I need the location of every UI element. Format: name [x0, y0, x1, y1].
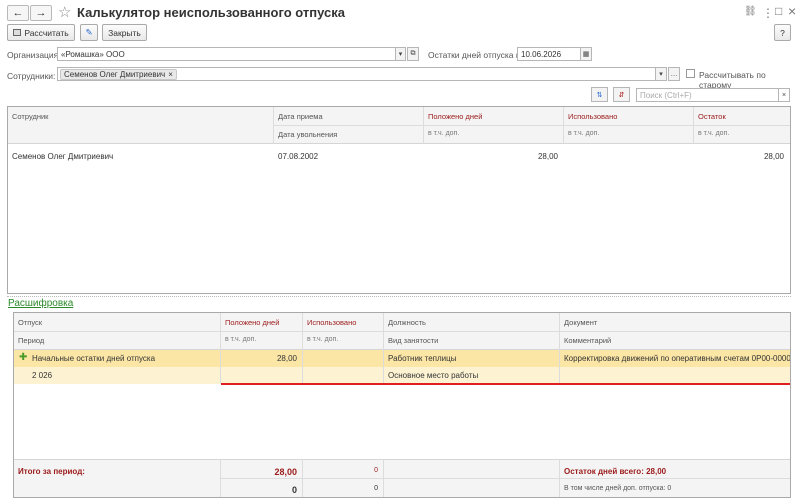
date-label: Остатки дней отпуска на:	[428, 50, 528, 60]
back-button[interactable]: ←	[7, 5, 29, 21]
entitled-days: 28,00	[537, 152, 558, 161]
breakdown-table: Отпуск Период Положено дней в т.ч. доп. …	[13, 312, 791, 498]
close-icon: ×	[781, 91, 787, 99]
calendar-icon: ▦	[582, 51, 590, 58]
close-button[interactable]: Закрыть	[102, 24, 147, 41]
chevron-down-icon: ▾	[659, 71, 663, 78]
edit-employees-button[interactable]: ✎	[80, 24, 98, 41]
person-edit-icon: ✎	[85, 27, 93, 37]
header-entitled[interactable]: Положено дней	[424, 108, 563, 125]
org-open-button[interactable]: ⧉	[407, 47, 419, 61]
total-entitled: 28,00	[274, 467, 297, 477]
header-remainder-extra[interactable]: в т.ч. доп.	[694, 126, 790, 141]
maximize-icon[interactable]: □	[775, 4, 782, 18]
employees-dropdown-button[interactable]: ▾	[655, 67, 667, 81]
position-name: Работник теплицы	[388, 354, 457, 363]
employees-label: Сотрудники:	[7, 71, 56, 81]
open-icon: ⧉	[410, 50, 416, 57]
period-value: 2 026	[32, 371, 53, 380]
employees-table: Сотрудник Дата приема Дата увольнения По…	[7, 106, 791, 294]
chevron-down-icon: ▾	[398, 51, 403, 58]
org-dropdown-button[interactable]: ▾	[395, 47, 406, 61]
total-label: Итого за период:	[18, 467, 85, 476]
search-input[interactable]: Поиск (Ctrl+F)	[636, 88, 779, 102]
total-entitled-extra: 0	[291, 485, 297, 495]
header-employment[interactable]: Вид занятости	[384, 332, 559, 349]
employee-tag[interactable]: Семенов Олег Дмитриевич ×	[60, 69, 177, 80]
document-name: Корректировка движений по оперативным сч…	[564, 354, 790, 363]
employee-name: Семенов Олег Дмитриевич	[12, 152, 114, 161]
org-field[interactable]: «Ромашка» ООО	[57, 47, 396, 61]
sort-descending-button[interactable]: ⇵	[613, 87, 630, 102]
remainder-total: Остаток дней всего: 28,00	[564, 467, 667, 476]
header-used-extra[interactable]: в т.ч. доп.	[303, 332, 383, 347]
employment-type: Основное место работы	[388, 371, 479, 380]
header-used[interactable]: Использовано	[303, 314, 383, 331]
extra-remainder: В том числе дней доп. отпуска: 0	[564, 485, 672, 492]
header-fire-date[interactable]: Дата увольнения	[274, 126, 423, 143]
header-used[interactable]: Использовано	[564, 108, 693, 125]
arrow-right-icon: →	[35, 7, 47, 19]
total-used-extra: 0	[374, 485, 378, 492]
search-clear-button[interactable]: ×	[778, 88, 790, 102]
vacation-name: Начальные остатки дней отпуска	[32, 354, 156, 363]
header-period[interactable]: Период	[14, 332, 220, 349]
old-calc-label: Рассчитывать по старому	[699, 70, 766, 90]
forward-button[interactable]: →	[30, 5, 52, 21]
old-calc-checkbox[interactable]	[686, 69, 695, 78]
link-icon[interactable]: ⛓	[744, 6, 757, 17]
remainder-days: 28,00	[763, 152, 784, 161]
help-button[interactable]: ?	[774, 24, 791, 41]
sort-descending-icon: ⇵	[618, 91, 625, 99]
ellipsis-icon: …	[670, 70, 678, 78]
calculator-icon	[13, 29, 22, 36]
page-title: Калькулятор неиспользованного отпуска	[77, 5, 345, 20]
favorite-star-icon[interactable]: ☆	[58, 3, 71, 21]
sort-ascending-button[interactable]: ⇅	[591, 87, 608, 102]
header-entitled-extra[interactable]: в т.ч. доп.	[221, 332, 302, 347]
org-label: Организация:	[7, 50, 61, 60]
expand-plus-icon[interactable]: ✚	[19, 352, 27, 363]
header-entitled[interactable]: Положено дней	[221, 314, 302, 331]
employees-select-button[interactable]: …	[668, 67, 680, 81]
header-remainder[interactable]: Остаток	[694, 108, 790, 125]
header-comment[interactable]: Комментарий	[560, 332, 790, 349]
calendar-button[interactable]: ▦	[580, 47, 592, 61]
more-icon[interactable]: ⋮	[762, 6, 774, 20]
header-vacation[interactable]: Отпуск	[14, 314, 220, 331]
calculate-button[interactable]: Рассчитать	[7, 24, 75, 41]
total-used: 0	[374, 467, 378, 474]
entitled-days: 28,00	[276, 354, 297, 363]
employees-field[interactable]: Семенов Олег Дмитриевич ×	[57, 67, 656, 81]
header-hire-date[interactable]: Дата приема	[274, 108, 423, 125]
header-employee[interactable]: Сотрудник	[8, 108, 273, 125]
red-underline	[221, 383, 790, 385]
close-icon[interactable]: ×	[788, 3, 796, 19]
sort-ascending-icon: ⇅	[596, 91, 603, 99]
splitter[interactable]	[7, 296, 791, 297]
hire-date: 07.08.2002	[278, 152, 319, 161]
header-entitled-extra[interactable]: в т.ч. доп.	[424, 126, 563, 141]
header-used-extra[interactable]: в т.ч. доп.	[564, 126, 693, 141]
header-position[interactable]: Должность	[384, 314, 559, 331]
date-field[interactable]: 10.06.2026	[517, 47, 581, 61]
remove-tag-icon[interactable]: ×	[168, 69, 173, 80]
breakdown-link[interactable]: Расшифровка	[8, 298, 73, 309]
header-document[interactable]: Документ	[560, 314, 790, 331]
arrow-left-icon: ←	[12, 7, 24, 19]
